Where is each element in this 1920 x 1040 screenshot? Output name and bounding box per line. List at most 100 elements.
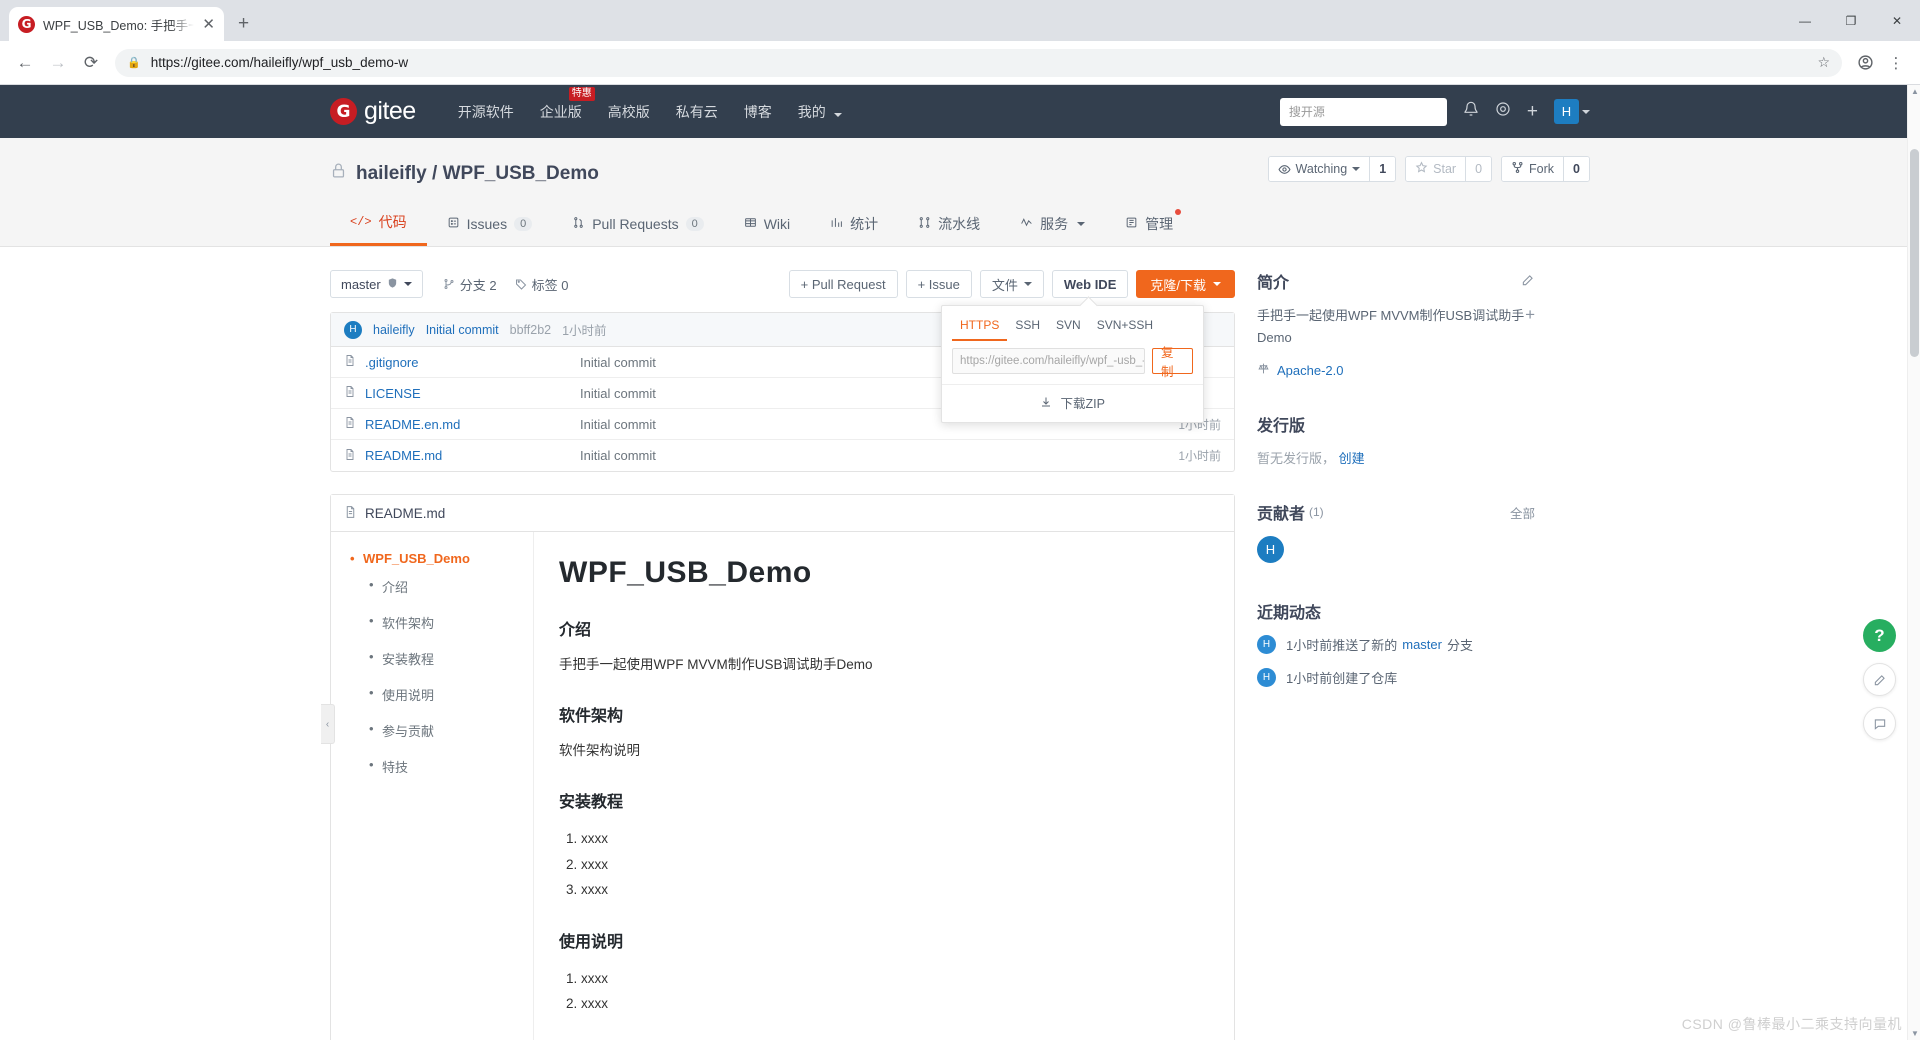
files-dropdown-button[interactable]: 文件: [979, 270, 1044, 298]
close-tab-icon[interactable]: ✕: [202, 17, 215, 32]
new-tab-button[interactable]: +: [238, 13, 249, 35]
repo-owner[interactable]: haileifly: [356, 163, 427, 184]
reload-icon[interactable]: ⟳: [76, 48, 106, 78]
branches-link[interactable]: 分支 2: [443, 275, 497, 294]
chat-fab-button[interactable]: [1863, 707, 1896, 740]
sidebar-section-activity: 近期动态 H 1小时前推送了新的 master 分支 H 1小时前创建了仓库: [1257, 599, 1535, 688]
toc-item[interactable]: 软件架构: [350, 613, 533, 632]
browser-menu-icon[interactable]: ⋮: [1882, 49, 1910, 77]
repo-name[interactable]: WPF_USB_Demo: [443, 163, 599, 184]
close-window-icon[interactable]: ✕: [1874, 0, 1920, 41]
add-topic-icon[interactable]: +: [1525, 305, 1535, 325]
plus-icon[interactable]: +: [1527, 101, 1538, 123]
page-scrollbar[interactable]: ▲ ▼: [1907, 85, 1920, 1040]
activity-title: 近期动态: [1257, 605, 1322, 623]
file-name[interactable]: LICENSE: [365, 386, 580, 401]
tab-label: Wiki: [763, 215, 791, 232]
file-name[interactable]: README.md: [365, 448, 580, 463]
fork-label: Fork: [1529, 162, 1555, 176]
copy-url-button[interactable]: 复制: [1151, 346, 1193, 379]
browser-tab[interactable]: G WPF_USB_Demo: 手把手一起使 ✕: [9, 7, 224, 41]
tab-label: Issues: [466, 215, 508, 232]
web-ide-button[interactable]: Web IDE: [1051, 270, 1129, 298]
tab-pipelines[interactable]: 流水线: [898, 203, 1000, 246]
table-row[interactable]: README.md Initial commit 1小时前: [331, 440, 1234, 471]
toc-item[interactable]: 介绍: [350, 577, 533, 596]
tags-link[interactable]: 标签 0: [515, 275, 568, 294]
toc-item[interactable]: 参与贡献: [350, 721, 533, 740]
file-icon: [344, 354, 356, 370]
star-button-group[interactable]: Star 0: [1405, 156, 1493, 182]
edit-intro-icon[interactable]: [1521, 273, 1535, 290]
notifications-bell-icon[interactable]: [1463, 101, 1479, 122]
profile-icon[interactable]: [1851, 49, 1879, 77]
shield-icon[interactable]: [1495, 101, 1511, 122]
bookmark-star-icon[interactable]: ☆: [1817, 54, 1830, 71]
scrollbar-thumb[interactable]: [1910, 149, 1919, 357]
new-issue-button[interactable]: + Issue: [905, 270, 972, 298]
toc-item[interactable]: 安装教程: [350, 649, 533, 668]
tab-wiki[interactable]: Wiki: [724, 203, 810, 246]
nav-link-opensource[interactable]: 开源软件: [458, 102, 514, 122]
help-fab-button[interactable]: ?: [1863, 619, 1896, 652]
back-icon[interactable]: ←: [10, 48, 40, 78]
clone-tab-https[interactable]: HTTPS: [952, 314, 1008, 341]
chevron-down-icon: [1352, 167, 1361, 171]
clone-tab-svn[interactable]: SVN: [1048, 314, 1089, 341]
clone-download-button[interactable]: 克隆/下载: [1136, 270, 1235, 298]
avatar[interactable]: H: [1257, 635, 1276, 655]
watch-button[interactable]: Watching: [1268, 157, 1370, 181]
gitee-logo[interactable]: G gitee: [330, 97, 416, 126]
avatar[interactable]: H: [1257, 536, 1284, 564]
contributors-all-link[interactable]: 全部: [1510, 503, 1535, 522]
tab-statistics[interactable]: 统计: [810, 203, 898, 246]
clone-tab-svn-ssh[interactable]: SVN+SSH: [1089, 314, 1161, 341]
nav-link-privatecloud[interactable]: 私有云: [676, 102, 718, 122]
forward-icon[interactable]: →: [43, 48, 73, 78]
maximize-icon[interactable]: ❐: [1828, 0, 1874, 41]
chevron-down-icon: [1213, 282, 1221, 286]
tab-services[interactable]: 服务: [1000, 203, 1105, 246]
fork-button[interactable]: Fork: [1502, 157, 1564, 181]
file-icon: [344, 448, 356, 464]
minimize-icon[interactable]: —: [1782, 0, 1828, 41]
tab-manage[interactable]: 管理: [1105, 203, 1193, 246]
toc-collapse-button[interactable]: ‹: [321, 704, 335, 744]
clone-url-input[interactable]: https://gitee.com/haileifly/wpf_-usb_-d: [952, 348, 1145, 374]
new-pull-request-button[interactable]: + Pull Request: [788, 270, 898, 298]
tab-issues[interactable]: Issues 0: [427, 203, 553, 246]
nav-link-enterprise[interactable]: 企业版 特惠: [540, 86, 595, 122]
branch-selector[interactable]: master: [330, 270, 423, 298]
toc-item[interactable]: 特技: [350, 757, 533, 776]
commit-message[interactable]: Initial commit: [426, 323, 499, 337]
toc-item[interactable]: 使用说明: [350, 685, 533, 704]
clone-protocol-tabs: HTTPS SSH SVN SVN+SSH: [942, 306, 1203, 341]
file-commit-message: Initial commit: [580, 448, 656, 463]
nav-link-blog[interactable]: 博客: [744, 102, 772, 122]
file-name[interactable]: .gitignore: [365, 355, 580, 370]
star-button[interactable]: Star: [1406, 157, 1466, 181]
toc-item-root[interactable]: WPF_USB_Demo: [350, 551, 533, 566]
create-release-link[interactable]: 创建: [1339, 451, 1365, 466]
address-bar[interactable]: 🔒 https://gitee.com/haileifly/wpf_usb_de…: [115, 48, 1842, 77]
watch-button-group[interactable]: Watching 1: [1267, 156, 1397, 182]
avatar[interactable]: H: [1257, 668, 1276, 688]
clone-tab-ssh[interactable]: SSH: [1007, 314, 1048, 341]
nav-link-mine[interactable]: 我的: [798, 102, 842, 122]
fork-button-group[interactable]: Fork 0: [1501, 156, 1590, 182]
tab-code[interactable]: </> 代码: [330, 203, 427, 246]
activity-branch-link[interactable]: master: [1402, 637, 1442, 652]
user-avatar-menu[interactable]: H: [1554, 99, 1590, 124]
search-input[interactable]: 搜开源: [1279, 97, 1447, 126]
download-zip-button[interactable]: 下载ZIP: [942, 384, 1203, 422]
commit-sha[interactable]: bbff2b2: [510, 323, 551, 337]
feedback-fab-button[interactable]: [1863, 663, 1896, 696]
scroll-down-icon[interactable]: ▼: [1911, 1029, 1919, 1038]
tab-pull-requests[interactable]: Pull Requests 0: [552, 203, 724, 246]
commit-author[interactable]: haileifly: [373, 323, 415, 337]
scroll-up-icon[interactable]: ▲: [1911, 87, 1919, 96]
file-name[interactable]: README.en.md: [365, 417, 580, 432]
nav-link-education[interactable]: 高校版: [608, 102, 650, 122]
license-name[interactable]: Apache-2.0: [1277, 363, 1344, 378]
chevron-down-icon: [1582, 109, 1590, 114]
